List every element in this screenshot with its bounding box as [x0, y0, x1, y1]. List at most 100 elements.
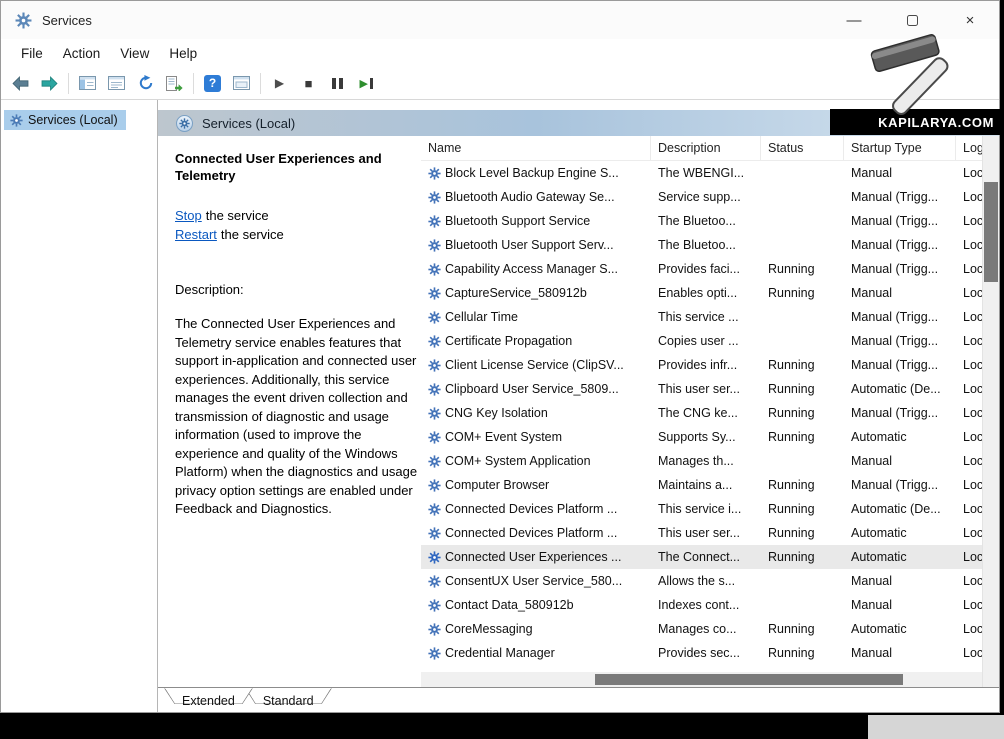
- console-tree-button[interactable]: [73, 70, 102, 97]
- forward-button[interactable]: [35, 70, 64, 97]
- service-name: Capability Access Manager S...: [445, 262, 618, 276]
- view-button[interactable]: [227, 70, 256, 97]
- column-header-startup-type[interactable]: Startup Type: [844, 136, 956, 160]
- service-startup-type-cell: Manual (Trigg...: [844, 334, 956, 348]
- horizontal-scrollbar[interactable]: [421, 672, 982, 687]
- tab-extended[interactable]: Extended: [164, 688, 253, 710]
- service-log-on-as-cell: Loc: [956, 502, 982, 516]
- service-description-cell: Copies user ...: [651, 334, 761, 348]
- export-list-icon: [166, 76, 183, 91]
- service-name-cell: Bluetooth Support Service: [421, 214, 651, 228]
- service-gear-icon: [428, 215, 441, 228]
- right-pane: Services (Local) Connected User Experien…: [158, 100, 999, 712]
- column-header-status[interactable]: Status: [761, 136, 844, 160]
- service-log-on-as-cell: Loc: [956, 214, 982, 228]
- table-row[interactable]: Connected Devices Platform ... This user…: [421, 521, 982, 545]
- service-gear-icon: [428, 335, 441, 348]
- table-row[interactable]: CaptureService_580912b Enables opti... R…: [421, 281, 982, 305]
- service-name-cell: Bluetooth User Support Serv...: [421, 238, 651, 252]
- bottom-gray-strip: [868, 715, 1004, 739]
- maximize-icon: [907, 15, 918, 26]
- refresh-button[interactable]: [131, 70, 160, 97]
- service-name-cell: CNG Key Isolation: [421, 406, 651, 420]
- column-header-name[interactable]: Name: [421, 136, 651, 160]
- table-row[interactable]: COM+ System Application Manages th... Ma…: [421, 449, 982, 473]
- help-button[interactable]: ?: [198, 70, 227, 97]
- restart-icon: ▶: [360, 77, 374, 90]
- table-row[interactable]: Contact Data_580912b Indexes cont... Man…: [421, 593, 982, 617]
- service-log-on-as-cell: Loc: [956, 334, 982, 348]
- service-startup-type-cell: Automatic: [844, 622, 956, 636]
- table-row[interactable]: Block Level Backup Engine S... The WBENG…: [421, 161, 982, 185]
- play-icon: ▶: [275, 76, 284, 90]
- table-row[interactable]: Clipboard User Service_5809... This user…: [421, 377, 982, 401]
- back-button[interactable]: [6, 70, 35, 97]
- table-row[interactable]: Credential Manager Provides sec... Runni…: [421, 641, 982, 665]
- horizontal-scrollbar-thumb[interactable]: [595, 674, 904, 685]
- service-status-cell: Running: [761, 526, 844, 540]
- console-tree-panel: Services (Local): [1, 100, 158, 712]
- pause-service-button[interactable]: [323, 70, 352, 97]
- service-description-cell: Manages co...: [651, 622, 761, 636]
- table-row[interactable]: COM+ Event System Supports Sy... Running…: [421, 425, 982, 449]
- vertical-scrollbar-thumb[interactable]: [984, 182, 998, 282]
- table-row[interactable]: Certificate Propagation Copies user ... …: [421, 329, 982, 353]
- restart-service-button[interactable]: ▶: [352, 70, 381, 97]
- service-gear-icon: [428, 383, 441, 396]
- service-startup-type-cell: Manual: [844, 646, 956, 660]
- menu-action[interactable]: Action: [53, 42, 111, 65]
- service-startup-type-cell: Manual (Trigg...: [844, 478, 956, 492]
- properties-button[interactable]: [102, 70, 131, 97]
- menu-view[interactable]: View: [110, 42, 159, 65]
- pane-header-title: Services (Local): [202, 116, 295, 131]
- service-name: CoreMessaging: [445, 622, 533, 636]
- service-log-on-as-cell: Loc: [956, 550, 982, 564]
- service-log-on-as-cell: Loc: [956, 622, 982, 636]
- service-log-on-as-cell: Loc: [956, 526, 982, 540]
- service-status-cell: Running: [761, 430, 844, 444]
- service-gear-icon: [428, 263, 441, 276]
- table-row[interactable]: Bluetooth User Support Serv... The Bluet…: [421, 233, 982, 257]
- menu-bar: File Action View Help: [1, 39, 999, 67]
- service-name-cell: Credential Manager: [421, 646, 651, 660]
- column-header-log-on-as[interactable]: Log: [956, 136, 982, 160]
- service-gear-icon: [428, 359, 441, 372]
- services-app-icon: [15, 12, 32, 29]
- service-name: Bluetooth Audio Gateway Se...: [445, 190, 615, 204]
- vertical-scrollbar[interactable]: [982, 136, 999, 687]
- stop-service-button[interactable]: ■: [294, 70, 323, 97]
- list-header-row: Name Description Status Startup Type Log: [421, 136, 982, 161]
- service-name-cell: Bluetooth Audio Gateway Se...: [421, 190, 651, 204]
- tab-standard-label: Standard: [263, 694, 314, 708]
- restart-service-link[interactable]: Restart: [175, 227, 217, 242]
- table-row[interactable]: CoreMessaging Manages co... Running Auto…: [421, 617, 982, 641]
- table-row[interactable]: Bluetooth Audio Gateway Se... Service su…: [421, 185, 982, 209]
- service-name-cell: Cellular Time: [421, 310, 651, 324]
- service-description-cell: The WBENGI...: [651, 166, 761, 180]
- service-description-cell: Supports Sy...: [651, 430, 761, 444]
- table-row[interactable]: Computer Browser Maintains a... Running …: [421, 473, 982, 497]
- table-row[interactable]: Connected Devices Platform ... This serv…: [421, 497, 982, 521]
- pane-header-services-icon: [176, 115, 193, 132]
- table-row[interactable]: Client License Service (ClipSV... Provid…: [421, 353, 982, 377]
- table-row[interactable]: Connected User Experiences ... The Conne…: [421, 545, 982, 569]
- menu-help[interactable]: Help: [159, 42, 207, 65]
- service-description-cell: Allows the s...: [651, 574, 761, 588]
- table-row[interactable]: CNG Key Isolation The CNG ke... Running …: [421, 401, 982, 425]
- service-name: Connected Devices Platform ...: [445, 526, 617, 540]
- pause-icon: [332, 78, 343, 89]
- start-service-button[interactable]: ▶: [265, 70, 294, 97]
- table-row[interactable]: ConsentUX User Service_580... Allows the…: [421, 569, 982, 593]
- column-header-description[interactable]: Description: [651, 136, 761, 160]
- stop-service-link[interactable]: Stop: [175, 208, 202, 223]
- tree-item-services-local[interactable]: Services (Local): [4, 110, 126, 130]
- table-row[interactable]: Capability Access Manager S... Provides …: [421, 257, 982, 281]
- export-list-button[interactable]: [160, 70, 189, 97]
- menu-file[interactable]: File: [11, 42, 53, 65]
- table-row[interactable]: Cellular Time This service ... Manual (T…: [421, 305, 982, 329]
- tab-standard[interactable]: Standard: [245, 688, 332, 710]
- table-row[interactable]: Bluetooth Support Service The Bluetoo...…: [421, 209, 982, 233]
- service-log-on-as-cell: Loc: [956, 382, 982, 396]
- service-gear-icon: [428, 599, 441, 612]
- service-name: Connected Devices Platform ...: [445, 502, 617, 516]
